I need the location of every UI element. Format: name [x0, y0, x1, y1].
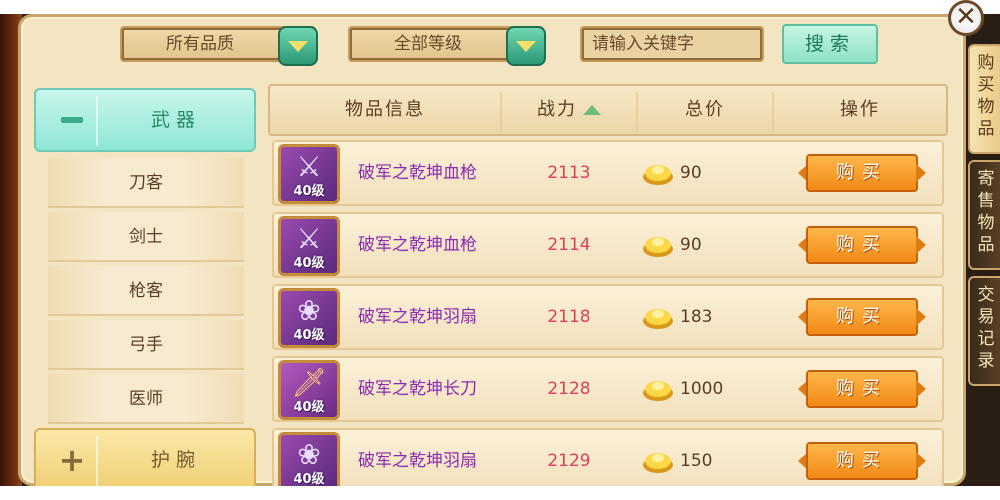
- buy-button-label: 购买: [806, 442, 918, 480]
- item-power: 2114: [547, 235, 591, 255]
- header-power[interactable]: 战力: [502, 86, 636, 134]
- quality-dropdown-arrow[interactable]: [278, 26, 318, 66]
- keyword-search-input[interactable]: [580, 26, 764, 62]
- filter-bar: 所有品质 全部等级 搜索: [100, 24, 880, 68]
- level-dropdown-label: 全部等级: [394, 34, 462, 54]
- tab-trade-history-label: 交易记录: [977, 285, 995, 371]
- close-button[interactable]: ✕: [948, 0, 984, 36]
- buy-button[interactable]: 购买: [798, 150, 926, 196]
- tab-buy-items[interactable]: 购买物品: [968, 44, 1000, 154]
- item-power: 2118: [547, 307, 591, 327]
- buy-button-wing-right: [916, 380, 926, 398]
- item-price: 90: [680, 235, 702, 255]
- buy-button[interactable]: 购买: [798, 294, 926, 340]
- collapse-minus-icon: [48, 102, 96, 138]
- buy-button-label: 购买: [806, 370, 918, 408]
- chevron-down-icon: [288, 40, 308, 52]
- expand-plus-icon: +: [58, 441, 86, 479]
- sub-category-healer[interactable]: 医师: [48, 374, 244, 424]
- item-level-badge: 40级: [293, 400, 325, 415]
- buy-button[interactable]: 购买: [798, 222, 926, 268]
- buy-button-label: 购买: [806, 226, 918, 264]
- gold-ingot-icon: [643, 453, 673, 473]
- quality-dropdown[interactable]: 所有品质: [120, 26, 318, 66]
- item-level-badge: 40级: [293, 256, 325, 271]
- feather-fan-icon[interactable]: ❀ 40级: [278, 432, 340, 492]
- category-sidebar: 武器 刀客 剑士 枪客 弓手 医师 + 护腕: [34, 88, 256, 492]
- table-row[interactable]: 🗡 40级 破军之乾坤长刀 2128 1000 购买: [272, 356, 944, 422]
- category-weapon[interactable]: 武器: [34, 88, 256, 152]
- item-power: 2128: [547, 379, 591, 399]
- buy-button-wing-right: [916, 452, 926, 470]
- buy-button-label: 购买: [806, 298, 918, 336]
- item-price: 150: [680, 451, 713, 471]
- listing-table: 物品信息 战力 总价 操作 ⚔ 40级 破军之乾坤血枪 2113 90 购买 ⚔…: [268, 84, 948, 494]
- level-dropdown-arrow[interactable]: [506, 26, 546, 66]
- category-bracer[interactable]: + 护腕: [34, 428, 256, 492]
- item-name: 破军之乾坤羽扇: [358, 307, 477, 327]
- item-name: 破军之乾坤长刀: [358, 379, 477, 399]
- table-row[interactable]: ❀ 40级 破军之乾坤羽扇 2129 150 购买: [272, 428, 944, 494]
- item-name: 破军之乾坤羽扇: [358, 451, 477, 471]
- fan-glyph: ❀: [297, 294, 321, 327]
- broadsword-icon[interactable]: 🗡 40级: [278, 360, 340, 420]
- buy-button-label: 购买: [806, 154, 918, 192]
- gold-ingot-icon: [643, 309, 673, 329]
- header-power-label: 战力: [537, 99, 577, 120]
- search-button[interactable]: 搜索: [782, 24, 878, 64]
- gold-ingot-icon: [643, 381, 673, 401]
- sub-category-swordsman[interactable]: 剑士: [48, 212, 244, 262]
- item-name: 破军之乾坤血枪: [358, 163, 477, 183]
- spear-icon[interactable]: ⚔ 40级: [278, 216, 340, 276]
- tab-buy-items-label: 购买物品: [977, 53, 995, 139]
- table-row[interactable]: ⚔ 40级 破军之乾坤血枪 2113 90 购买: [272, 140, 944, 206]
- header-action: 操作: [840, 99, 880, 120]
- chevron-down-icon: [516, 40, 536, 52]
- quality-dropdown-label: 所有品质: [166, 34, 234, 54]
- spear-glyph: ⚔: [296, 150, 322, 183]
- sub-category-blademan[interactable]: 刀客: [48, 158, 244, 208]
- buy-button-wing-right: [916, 308, 926, 326]
- buy-button-wing-right: [916, 236, 926, 254]
- feather-fan-icon[interactable]: ❀ 40级: [278, 288, 340, 348]
- sort-up-icon: [583, 105, 601, 115]
- item-price: 183: [680, 307, 713, 327]
- category-weapon-label: 武器: [150, 109, 201, 131]
- background-top-edge: [0, 0, 1000, 14]
- buy-button[interactable]: 购买: [798, 438, 926, 484]
- category-bracer-label: 护腕: [150, 449, 201, 471]
- gold-ingot-icon: [643, 165, 673, 185]
- item-price: 90: [680, 163, 702, 183]
- header-item-info: 物品信息: [345, 99, 425, 120]
- item-power: 2113: [547, 163, 591, 183]
- table-row[interactable]: ⚔ 40级 破军之乾坤血枪 2114 90 购买: [272, 212, 944, 278]
- item-level-badge: 40级: [293, 184, 325, 199]
- buy-button-wing-right: [916, 164, 926, 182]
- spear-glyph: ⚔: [296, 222, 322, 255]
- table-row[interactable]: ❀ 40级 破军之乾坤羽扇 2118 183 购买: [272, 284, 944, 350]
- broadsword-glyph: 🗡: [291, 366, 327, 399]
- header-price: 总价: [685, 99, 725, 120]
- tab-consign-items-label: 寄售物品: [977, 169, 995, 255]
- table-header: 物品信息 战力 总价 操作: [268, 84, 948, 136]
- tab-trade-history[interactable]: 交易记录: [968, 276, 1000, 386]
- tab-consign-items[interactable]: 寄售物品: [968, 160, 1000, 270]
- sub-category-archer[interactable]: 弓手: [48, 320, 244, 370]
- buy-button[interactable]: 购买: [798, 366, 926, 412]
- sub-category-spearman[interactable]: 枪客: [48, 266, 244, 316]
- gold-ingot-icon: [643, 237, 673, 257]
- level-dropdown[interactable]: 全部等级: [348, 26, 546, 66]
- item-power: 2129: [547, 451, 591, 471]
- item-level-badge: 40级: [293, 328, 325, 343]
- fan-glyph: ❀: [297, 438, 321, 471]
- item-name: 破军之乾坤血枪: [358, 235, 477, 255]
- item-price: 1000: [680, 379, 724, 399]
- spear-icon[interactable]: ⚔ 40级: [278, 144, 340, 204]
- background-bottom-edge: [0, 486, 1000, 500]
